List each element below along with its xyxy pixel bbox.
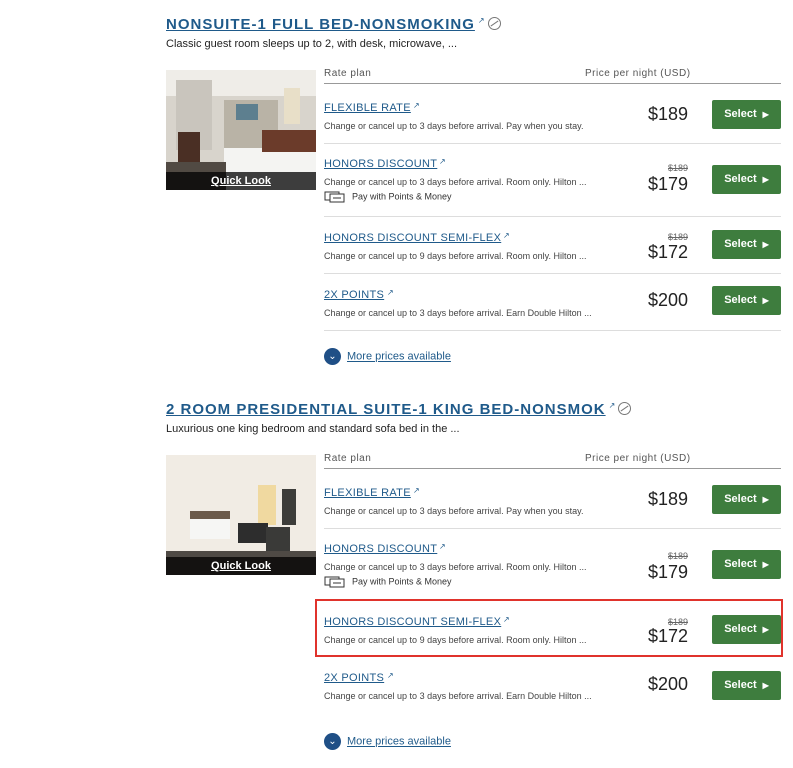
rate-name-link[interactable]: HONORS DISCOUNT: [324, 158, 437, 170]
rate-name-link[interactable]: HONORS DISCOUNT: [324, 543, 437, 555]
rate-name-link[interactable]: FLEXIBLE RATE: [324, 487, 411, 499]
points-money-icon: [324, 191, 345, 203]
price: $179: [647, 562, 688, 582]
rate-description: Change or cancel up to 3 days before arr…: [324, 691, 592, 701]
more-prices-link[interactable]: ⌄ More prices available: [324, 348, 451, 365]
rate-description: Change or cancel up to 3 days before arr…: [324, 308, 592, 318]
no-smoking-icon: [487, 17, 501, 30]
rate-row: FLEXIBLE RATE ↗ Change or cancel up to 3 …: [324, 472, 781, 529]
rate-description: Change or cancel up to 3 days before arr…: [324, 506, 584, 516]
quick-look-link[interactable]: Quick Look: [166, 557, 316, 575]
select-button[interactable]: Select ▶: [712, 286, 781, 315]
more-prices-link[interactable]: ⌄ More prices available: [324, 733, 451, 750]
external-link-icon: ↗: [387, 288, 394, 297]
select-button[interactable]: Select ▶: [712, 230, 781, 259]
chevron-down-icon: ⌄: [324, 733, 341, 750]
rate-row: FLEXIBLE RATE ↗ Change or cancel up to 3 …: [324, 87, 781, 144]
room-title-link[interactable]: 2 ROOM PRESIDENTIAL SUITE-1 KING BED-NON…: [166, 401, 606, 418]
external-link-icon: ↗: [439, 542, 446, 551]
external-link-icon: ↗: [503, 231, 510, 240]
external-link-icon: ↗: [608, 401, 616, 410]
price: $200: [647, 290, 688, 310]
rate-description: Change or cancel up to 3 days before arr…: [324, 177, 587, 187]
price: $189: [647, 104, 688, 124]
room-photo[interactable]: Quick Look: [166, 455, 316, 575]
divider: [324, 468, 781, 469]
rate-name-link[interactable]: 2X POINTS: [324, 672, 384, 684]
caret-right-icon: ▶: [762, 240, 769, 249]
external-link-icon: ↗: [439, 157, 446, 166]
rate-row: 2X POINTS ↗ Change or cancel up to 3 days…: [324, 274, 781, 331]
room-photo[interactable]: Quick Look: [166, 70, 316, 190]
rate-name-link[interactable]: FLEXIBLE RATE: [324, 102, 411, 114]
caret-right-icon: ▶: [762, 681, 769, 690]
divider: [324, 83, 781, 84]
price: $189: [647, 489, 688, 509]
rate-plan-header: Rate plan: [324, 453, 372, 464]
caret-right-icon: ▶: [762, 296, 769, 305]
points-money-label: Pay with Points & Money: [324, 191, 452, 203]
price-header: Price per night (USD): [585, 453, 691, 464]
caret-right-icon: ▶: [762, 110, 769, 119]
no-smoking-icon: [618, 402, 632, 415]
points-money-icon: [324, 576, 345, 588]
rate-description: Change or cancel up to 3 days before arr…: [324, 121, 584, 131]
rate-description: Change or cancel up to 9 days before arr…: [324, 251, 587, 261]
select-button[interactable]: Select ▶: [712, 165, 781, 194]
rate-row: HONORS DISCOUNT SEMI-FLEX ↗ Change or can…: [324, 217, 781, 274]
external-link-icon: ↗: [477, 16, 485, 25]
caret-right-icon: ▶: [762, 495, 769, 504]
rate-description: Change or cancel up to 3 days before arr…: [324, 562, 587, 572]
select-button[interactable]: Select ▶: [712, 550, 781, 579]
external-link-icon: ↗: [413, 101, 420, 110]
caret-right-icon: ▶: [762, 560, 769, 569]
select-button[interactable]: Select ▶: [712, 671, 781, 700]
select-button[interactable]: Select ▶: [712, 485, 781, 514]
room-description: Luxurious one king bedroom and standard …: [166, 423, 460, 435]
points-money-label: Pay with Points & Money: [324, 576, 452, 588]
rate-plan-header: Rate plan: [324, 68, 372, 79]
external-link-icon: ↗: [413, 486, 420, 495]
rate-row: 2X POINTS ↗ Change or cancel up to 3 days…: [324, 658, 781, 714]
original-price: $189: [667, 232, 688, 242]
original-price: $189: [667, 551, 688, 561]
chevron-down-icon: ⌄: [324, 348, 341, 365]
external-link-icon: ↗: [387, 671, 394, 680]
price-header: Price per night (USD): [585, 68, 691, 79]
price: $172: [647, 242, 688, 262]
highlight-box: [315, 599, 783, 657]
quick-look-link[interactable]: Quick Look: [166, 172, 316, 190]
rate-row: HONORS DISCOUNT ↗ Change or cancel up to …: [324, 529, 781, 600]
rate-row: HONORS DISCOUNT ↗ Change or cancel up to …: [324, 144, 781, 217]
price: $179: [647, 174, 688, 194]
rate-name-link[interactable]: HONORS DISCOUNT SEMI-FLEX: [324, 232, 501, 244]
caret-right-icon: ▶: [762, 175, 769, 184]
select-button[interactable]: Select ▶: [712, 100, 781, 129]
room-description: Classic guest room sleeps up to 2, with …: [166, 38, 458, 50]
price: $200: [647, 674, 688, 694]
original-price: $189: [667, 163, 688, 173]
room-title-link[interactable]: NONSUITE-1 FULL BED-NONSMOKING: [166, 16, 475, 33]
rate-name-link[interactable]: 2X POINTS: [324, 289, 384, 301]
